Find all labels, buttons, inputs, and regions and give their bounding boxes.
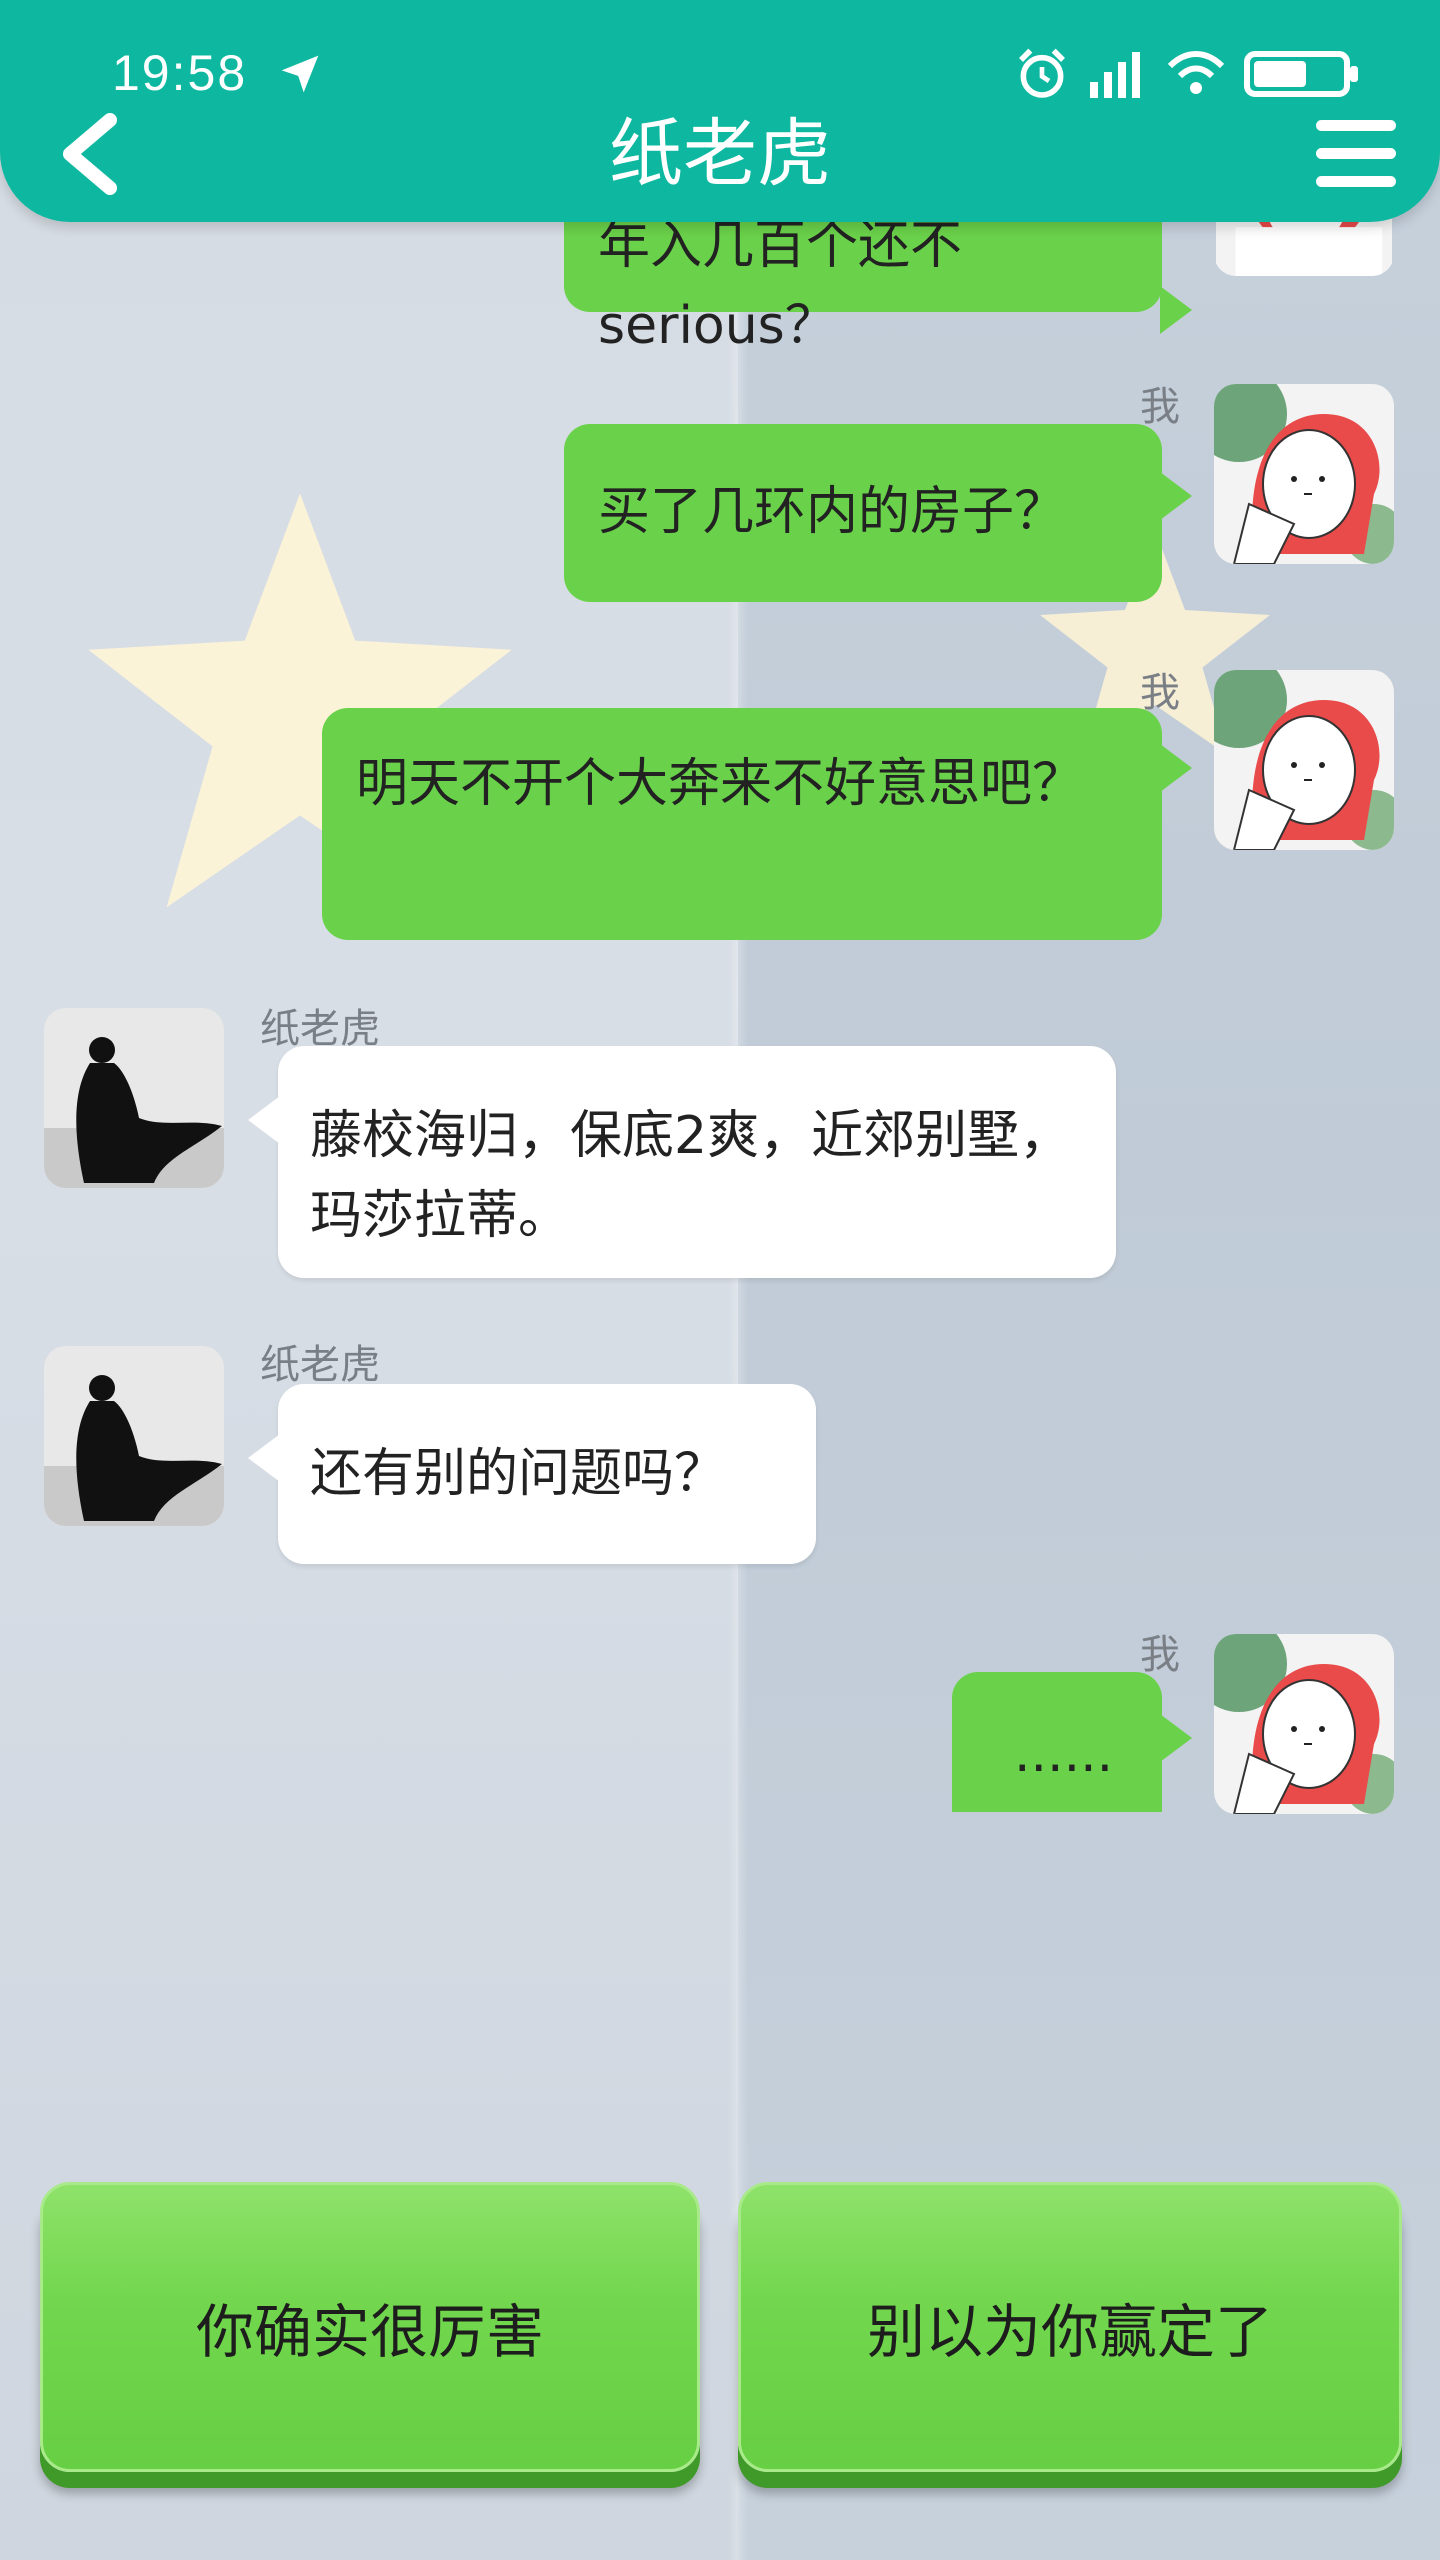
alarm-icon [1019,48,1065,98]
message-text: 年入几百个还不serious？ [598,216,963,356]
sender-label: 我 [1140,384,1180,430]
status-time: 19:58 [112,45,248,101]
message-bubble-mine: 明天不开个大奔来不好意思吧？ [322,708,1192,940]
my-avatar[interactable] [1214,384,1394,564]
menu-button[interactable] [1316,120,1396,192]
message-text: 买了几环内的房子？ [598,482,1067,542]
message-bubble-mine: ...... [952,1672,1192,1812]
status-icons [1014,44,1362,104]
message-bubble-contact: 还有别的问题吗？ [248,1384,816,1564]
message-text: ...... [1014,1724,1114,1784]
choice-button-1[interactable]: 你确实很厉害 [40,2182,700,2472]
choice-button-2[interactable]: 别以为你赢定了 [738,2182,1402,2472]
message-bubble-mine: 买了几环内的房子？ [564,424,1192,602]
my-avatar[interactable] [1214,1634,1394,1814]
battery-icon [1244,51,1358,97]
message-text: 藤校海归，保底2爽，近郊别墅，玛莎拉蒂。 [310,1106,1072,1246]
contact-avatar[interactable] [44,1008,224,1188]
top-header: 19:58 纸老虎 [0,0,1440,222]
message-text: 明天不开个大奔来不好意思吧？ [356,754,1085,814]
sender-label: 我 [1140,1632,1180,1678]
sender-label: 纸老虎 [260,1342,380,1388]
message-bubble-contact: 藤校海归，保底2爽，近郊别墅，玛莎拉蒂。 [248,1046,1116,1278]
my-avatar[interactable] [1214,670,1394,850]
chat-area[interactable]: 年入几百个还不serious？ 我 买了几环内的房子？ 我 明天不开个大奔来不好… [0,0,1440,2560]
back-button[interactable] [54,112,124,196]
signal-icon [1090,52,1140,98]
hamburger-menu-icon [1316,148,1396,159]
hamburger-menu-icon [1316,176,1396,187]
wifi-icon [1167,51,1225,94]
hamburger-menu-icon [1316,120,1396,131]
chat-title: 纸老虎 [609,111,831,197]
message-text: 还有别的问题吗？ [310,1444,727,1504]
contact-avatar[interactable] [44,1346,224,1526]
location-arrow-icon [281,55,319,93]
